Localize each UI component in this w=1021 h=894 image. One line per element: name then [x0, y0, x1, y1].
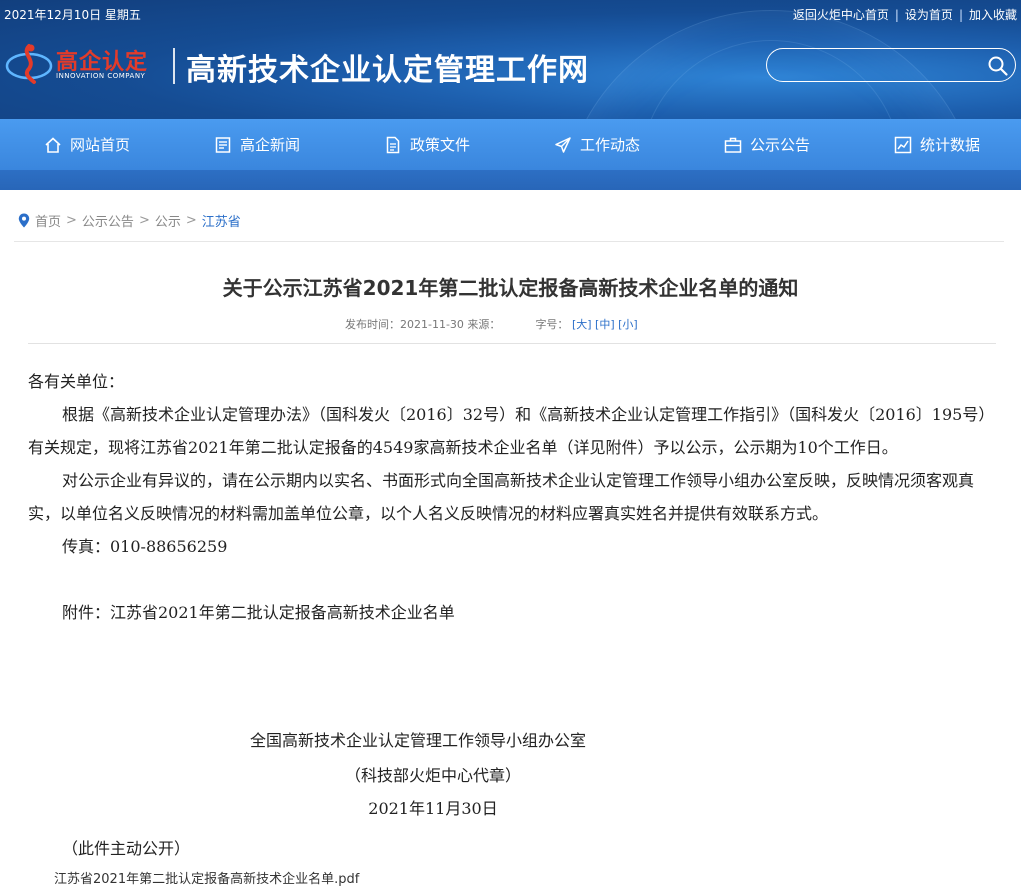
attachment-pdf-link[interactable]: 江苏省2021年第二批认定报备高新技术企业名单.pdf: [54, 868, 359, 887]
publish-info: 发布时间：2021-11-30 来源：: [345, 318, 501, 331]
nav-policy[interactable]: 政策文件: [384, 119, 470, 170]
font-size-large[interactable]: [大]: [572, 318, 592, 331]
article-title: 关于公示江苏省2021年第二批认定报备高新技术企业名单的通知: [222, 276, 799, 300]
chart-icon: [894, 136, 912, 153]
fax-line: 传真：010-88656259: [62, 537, 228, 556]
nav-work-updates-label: 工作动态: [580, 136, 641, 154]
nav-home[interactable]: 网站首页: [44, 119, 130, 170]
logo-swirl-icon: [5, 44, 53, 84]
font-size-label: 字号：: [535, 318, 569, 331]
signature-seal: （科技部火炬中心代章）: [344, 766, 521, 785]
attachment-note: 附件：江苏省2021年第二批认定报备高新技术企业名单: [62, 603, 455, 622]
article-meta: 发布时间：2021-11-30 来源： 字号： [大] [中] [小]: [345, 316, 638, 332]
nav-home-label: 网站首页: [70, 136, 131, 154]
nav-under-band: [0, 170, 1021, 190]
breadcrumb-current[interactable]: 江苏省: [202, 211, 241, 230]
search-icon[interactable]: [987, 55, 1009, 77]
font-size-medium[interactable]: [中]: [595, 318, 615, 331]
nav-news-label: 高企新闻: [240, 136, 301, 154]
add-favorite-link[interactable]: 加入收藏: [969, 8, 1017, 22]
font-size-small[interactable]: [小]: [618, 318, 638, 331]
salutation: 各有关单位：: [28, 372, 125, 391]
breadcrumb-separator: >: [66, 213, 77, 228]
search-box: [766, 48, 1016, 82]
signature-organization: 全国高新技术企业认定管理工作领导小组办公室: [249, 731, 586, 750]
set-homepage-link[interactable]: 设为首页: [905, 8, 953, 22]
document-icon: [386, 136, 400, 153]
signature-date: 2021年11月30日: [368, 799, 498, 818]
meta-divider: [28, 343, 996, 344]
search-input[interactable]: [781, 55, 981, 77]
location-pin-icon: [18, 213, 30, 228]
current-date: 2021年12月10日 星期五: [4, 8, 141, 22]
breadcrumb: 首页 > 公示公告 > 公示 > 江苏省: [18, 211, 241, 230]
briefcase-icon: [724, 137, 742, 153]
logo-text-en: INNOVATION COMPANY: [56, 72, 146, 80]
top-links: 返回火炬中心首页 | 设为首页 | 加入收藏: [792, 8, 1017, 22]
nav-policy-label: 政策文件: [410, 136, 471, 154]
breadcrumb-separator: >: [138, 213, 150, 228]
breadcrumb-home[interactable]: 首页: [35, 211, 61, 230]
breadcrumb-notice[interactable]: 公示: [155, 211, 181, 230]
nav-statistics-label: 统计数据: [920, 136, 981, 154]
site-title: 高新技术企业认定管理工作网: [186, 53, 589, 88]
article-body: 各有关单位： 根据《高新技术企业认定管理办法》（国科发火〔2016〕32号）和《…: [28, 365, 998, 629]
body-paragraph-1: 根据《高新技术企业认定管理办法》（国科发火〔2016〕32号）和《高新技术企业认…: [28, 405, 995, 457]
nav-announcements[interactable]: 公示公告: [724, 119, 810, 170]
main-nav: 网站首页 高企新闻 政策文件 工作动态 公示公告 统计数据: [0, 119, 1021, 170]
nav-news[interactable]: 高企新闻: [214, 119, 300, 170]
breadcrumb-announcements[interactable]: 公示公告: [82, 211, 134, 230]
body-paragraph-2: 对公示企业有异议的，请在公示期内以实名、书面形式向全国高新技术企业认定管理工作领…: [28, 471, 975, 523]
site-logo[interactable]: 高企认定 INNOVATION COMPANY: [4, 40, 164, 90]
nav-work-updates[interactable]: 工作动态: [554, 119, 640, 170]
logo-divider: [173, 48, 175, 84]
nav-announcements-label: 公示公告: [750, 136, 811, 154]
nav-statistics[interactable]: 统计数据: [894, 119, 980, 170]
return-torch-home-link[interactable]: 返回火炬中心首页: [793, 8, 889, 22]
paper-plane-icon: [555, 136, 571, 153]
site-header: 2021年12月10日 星期五 返回火炬中心首页 | 设为首页 | 加入收藏 高企认定 …: [0, 0, 1021, 119]
breadcrumb-divider: [14, 241, 1004, 242]
news-icon: [215, 136, 231, 153]
public-note: （此件主动公开）: [62, 839, 191, 858]
home-icon: [45, 136, 61, 153]
breadcrumb-separator: >: [185, 213, 197, 228]
